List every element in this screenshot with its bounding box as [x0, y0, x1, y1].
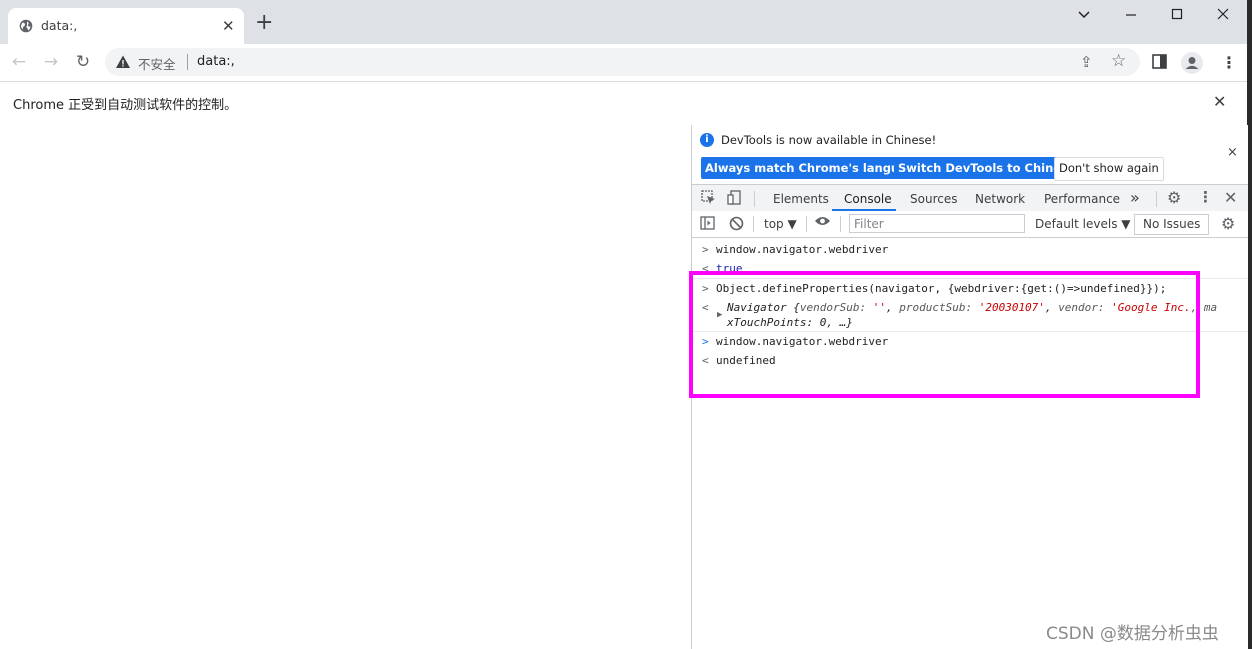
info-icon: i — [700, 133, 714, 147]
tab-console[interactable]: Console — [844, 192, 892, 206]
banner-close-icon[interactable]: × — [1227, 145, 1238, 160]
console-settings-icon[interactable]: ⚙ — [1221, 214, 1235, 233]
log-levels-dropdown[interactable]: Default levels ▼ — [1035, 217, 1131, 231]
infobar-close-icon[interactable]: ✕ — [1213, 92, 1226, 111]
globe-icon — [19, 19, 33, 33]
tab-divider — [754, 191, 755, 207]
back-arrow-icon[interactable]: ← — [8, 51, 30, 73]
tab-strip: data:, ✕ + — [0, 0, 1247, 44]
window-close-icon[interactable] — [1200, 6, 1246, 26]
issues-button[interactable]: No Issues — [1134, 214, 1210, 235]
share-icon[interactable]: ⇪ — [1080, 53, 1093, 71]
insecure-label[interactable]: 不安全 — [138, 54, 176, 73]
omnibox-divider — [187, 54, 188, 70]
bookmark-star-icon[interactable]: ☆ — [1111, 51, 1126, 71]
console-input: window.navigator.webdriver — [716, 243, 889, 256]
tab-title: data:, — [41, 18, 78, 33]
live-expression-eye-icon[interactable] — [814, 214, 831, 232]
prompt-chevron-icon: > — [702, 243, 709, 256]
forward-arrow-icon[interactable]: → — [40, 51, 62, 73]
devtools-tab-bar: Elements Console Sources Network Perform… — [692, 184, 1248, 212]
menu-dots-icon[interactable]: ⋮ — [1221, 53, 1237, 72]
warning-icon[interactable] — [115, 54, 131, 70]
devtools-close-icon[interactable]: ✕ — [1224, 188, 1237, 207]
tab-close-icon[interactable]: ✕ — [222, 17, 235, 35]
tab-elements[interactable]: Elements — [773, 192, 829, 206]
toolbar-divider — [840, 216, 841, 232]
address-bar[interactable]: 不安全 data:, ⇪ ☆ — [105, 48, 1140, 76]
console-toolbar: top ▼ Filter Default levels ▼ No Issues … — [692, 211, 1248, 238]
reload-icon[interactable]: ↻ — [72, 51, 94, 73]
tab-divider — [1156, 191, 1157, 207]
new-tab-button[interactable]: + — [255, 12, 273, 34]
maximize-icon[interactable] — [1154, 6, 1200, 26]
tab-sources[interactable]: Sources — [910, 192, 957, 206]
watermark-text: CSDN @数据分析虫虫 — [1046, 624, 1219, 644]
clear-console-icon[interactable] — [729, 216, 744, 235]
automation-infobar: Chrome 正受到自动测试软件的控制。 ✕ — [0, 81, 1247, 126]
side-panel-icon[interactable] — [1152, 54, 1167, 73]
highlight-annotation-box — [689, 271, 1200, 398]
infobar-message: Chrome 正受到自动测试软件的控制。 — [13, 98, 238, 113]
toolbar-divider — [753, 216, 754, 232]
dont-show-again-button[interactable]: Don't show again — [1054, 157, 1164, 181]
context-selector[interactable]: top ▼ — [764, 217, 797, 231]
page-content — [0, 125, 691, 649]
switch-chinese-button[interactable]: Switch DevTools to Chinese — [894, 157, 1080, 179]
console-filter-input[interactable]: Filter — [849, 214, 1025, 233]
tab-performance[interactable]: Performance — [1044, 192, 1120, 206]
browser-toolbar: ← → ↻ 不安全 data:, ⇪ ☆ ⋮ — [0, 44, 1247, 81]
inspect-element-icon[interactable] — [701, 190, 716, 209]
profile-avatar-icon[interactable] — [1181, 52, 1203, 74]
tab-network[interactable]: Network — [975, 192, 1025, 206]
settings-gear-icon[interactable]: ⚙ — [1167, 188, 1181, 207]
tab-search-icon[interactable] — [1061, 6, 1107, 26]
sidebar-toggle-icon[interactable] — [700, 216, 715, 234]
customize-dots-icon[interactable]: ⋮ — [1198, 188, 1213, 206]
browser-tab[interactable]: data:, ✕ — [8, 8, 244, 44]
toolbar-divider — [806, 216, 807, 232]
minimize-icon[interactable] — [1108, 6, 1154, 26]
language-banner: i DevTools is now available in Chinese! … — [692, 125, 1248, 183]
url-text[interactable]: data:, — [197, 54, 235, 69]
banner-message: DevTools is now available in Chinese! — [721, 133, 937, 147]
more-tabs-icon[interactable]: » — [1130, 188, 1140, 207]
device-toolbar-icon[interactable] — [727, 190, 742, 209]
